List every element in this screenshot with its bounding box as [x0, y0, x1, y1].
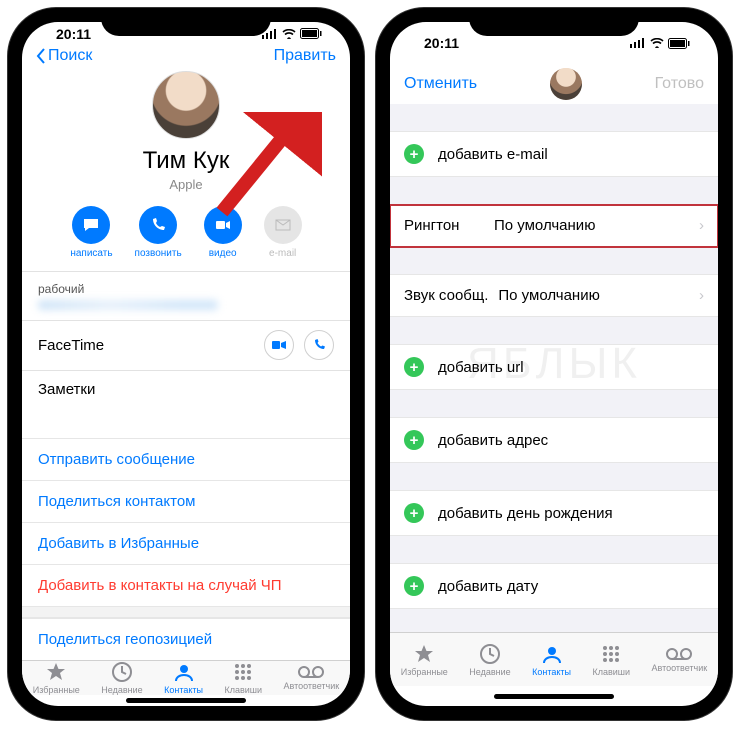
facetime-audio-button[interactable]: [304, 330, 334, 360]
contact-company: Apple: [169, 177, 202, 192]
clock-icon: [111, 661, 133, 683]
tab-contacts[interactable]: Контакты: [532, 643, 571, 677]
video-icon: [214, 216, 232, 234]
contact-header: Тим Кук Apple написать позвонить видео e: [22, 67, 350, 271]
avatar[interactable]: [152, 71, 220, 139]
ringtone-key: Рингтон: [404, 217, 484, 234]
tab-favorites[interactable]: Избранные: [401, 643, 448, 677]
tab-voicemail[interactable]: Автоответчик: [283, 665, 339, 691]
mail-label: e-mail: [269, 248, 296, 259]
star-icon: [45, 661, 67, 683]
screen-left: 20:11 Поиск Править Тим Кук Apple: [22, 22, 350, 706]
chevron-right-icon: ›: [699, 217, 704, 234]
facetime-row: FaceTime: [22, 320, 350, 370]
emergency-contact-link[interactable]: Добавить в контакты на случай ЧП: [22, 564, 350, 606]
tab-recents[interactable]: Недавние: [469, 643, 510, 677]
call-button[interactable]: позвонить: [135, 206, 182, 259]
add-address-row[interactable]: + добавить адрес: [390, 418, 718, 463]
phone-left: 20:11 Поиск Править Тим Кук Apple: [8, 8, 364, 720]
tab-recents[interactable]: Недавние: [101, 661, 142, 695]
video-label: видео: [209, 248, 237, 259]
phone-icon: [149, 216, 167, 234]
back-button[interactable]: Поиск: [36, 47, 92, 65]
done-button[interactable]: Готово: [655, 75, 704, 93]
plus-icon: +: [404, 503, 424, 523]
plus-icon: +: [404, 576, 424, 596]
mail-button: e-mail: [264, 206, 302, 259]
contact-name: Тим Кук: [143, 147, 230, 175]
texttone-row[interactable]: Звук сообщ. По умолчанию ›: [390, 275, 718, 317]
blurred-phone: [38, 300, 218, 310]
add-favorites-link[interactable]: Добавить в Избранные: [22, 522, 350, 564]
wifi-icon: [282, 29, 296, 39]
tab-contacts[interactable]: Контакты: [164, 661, 203, 695]
tab-bar: Избранные Недавние Контакты Клавиши Авто…: [390, 632, 718, 686]
voicemail-icon: [298, 665, 324, 679]
keypad-icon: [232, 661, 254, 683]
notes-row[interactable]: Заметки: [22, 371, 350, 438]
share-contact-link[interactable]: Поделиться контактом: [22, 480, 350, 522]
tab-favorites[interactable]: Избранные: [33, 661, 80, 695]
nav-bar: Отменить Готово: [390, 64, 718, 104]
facetime-label: FaceTime: [38, 337, 104, 354]
texttone-key: Звук сообщ.: [404, 287, 488, 304]
work-label: рабочий: [22, 272, 350, 298]
plus-icon: +: [404, 430, 424, 450]
battery-icon: [300, 28, 322, 39]
message-icon: [82, 216, 100, 234]
add-birthday-label: добавить день рождения: [438, 505, 613, 522]
video-button[interactable]: видео: [204, 206, 242, 259]
facetime-video-button[interactable]: [264, 330, 294, 360]
notch: [469, 8, 639, 36]
home-indicator: [390, 686, 718, 706]
tab-keypad[interactable]: Клавиши: [224, 661, 262, 695]
plus-icon: +: [404, 144, 424, 164]
action-row: написать позвонить видео e-mail: [70, 206, 301, 259]
status-time: 20:11: [424, 35, 459, 51]
screen-right: ЯБЛЫК 20:11 Отменить Готово + добавить e…: [390, 22, 718, 706]
edit-button[interactable]: Править: [274, 47, 336, 65]
tab-bar: Избранные Недавние Контакты Клавиши Авто…: [22, 660, 350, 695]
status-icons: [630, 38, 690, 49]
chevron-right-icon: ›: [699, 287, 704, 304]
call-label: позвонить: [135, 248, 182, 259]
notch: [101, 8, 271, 36]
message-button[interactable]: написать: [70, 206, 112, 259]
contact-icon: [173, 661, 195, 683]
add-address-label: добавить адрес: [438, 432, 548, 449]
mail-icon: [274, 216, 292, 234]
add-date-row[interactable]: + добавить дату: [390, 564, 718, 609]
add-email-label: добавить e-mail: [438, 146, 548, 163]
message-label: написать: [70, 248, 112, 259]
nav-bar: Поиск Править: [22, 45, 350, 67]
back-label: Поиск: [48, 47, 92, 65]
add-email-row[interactable]: + добавить e-mail: [390, 132, 718, 177]
send-message-link[interactable]: Отправить сообщение: [22, 438, 350, 480]
edit-body: + добавить e-mail Рингтон По умолчанию ›…: [390, 104, 718, 632]
add-birthday-row[interactable]: + добавить день рождения: [390, 491, 718, 536]
phone-right: ЯБЛЫК 20:11 Отменить Готово + добавить e…: [376, 8, 732, 720]
add-url-label: добавить url: [438, 359, 524, 376]
status-icons: [262, 28, 322, 39]
add-date-label: добавить дату: [438, 578, 538, 595]
ringtone-row[interactable]: Рингтон По умолчанию ›: [390, 205, 718, 247]
home-indicator: [22, 695, 350, 706]
mini-avatar[interactable]: [550, 68, 582, 100]
texttone-value: По умолчанию: [498, 287, 699, 304]
share-location-link[interactable]: Поделиться геопозицией: [22, 618, 350, 660]
tab-keypad[interactable]: Клавиши: [592, 643, 630, 677]
cancel-button[interactable]: Отменить: [404, 75, 477, 93]
add-url-row[interactable]: + добавить url: [390, 345, 718, 390]
ringtone-value: По умолчанию: [494, 217, 699, 234]
chevron-left-icon: [36, 48, 46, 64]
plus-icon: +: [404, 357, 424, 377]
tab-voicemail[interactable]: Автоответчик: [651, 647, 707, 673]
status-time: 20:11: [56, 26, 91, 42]
